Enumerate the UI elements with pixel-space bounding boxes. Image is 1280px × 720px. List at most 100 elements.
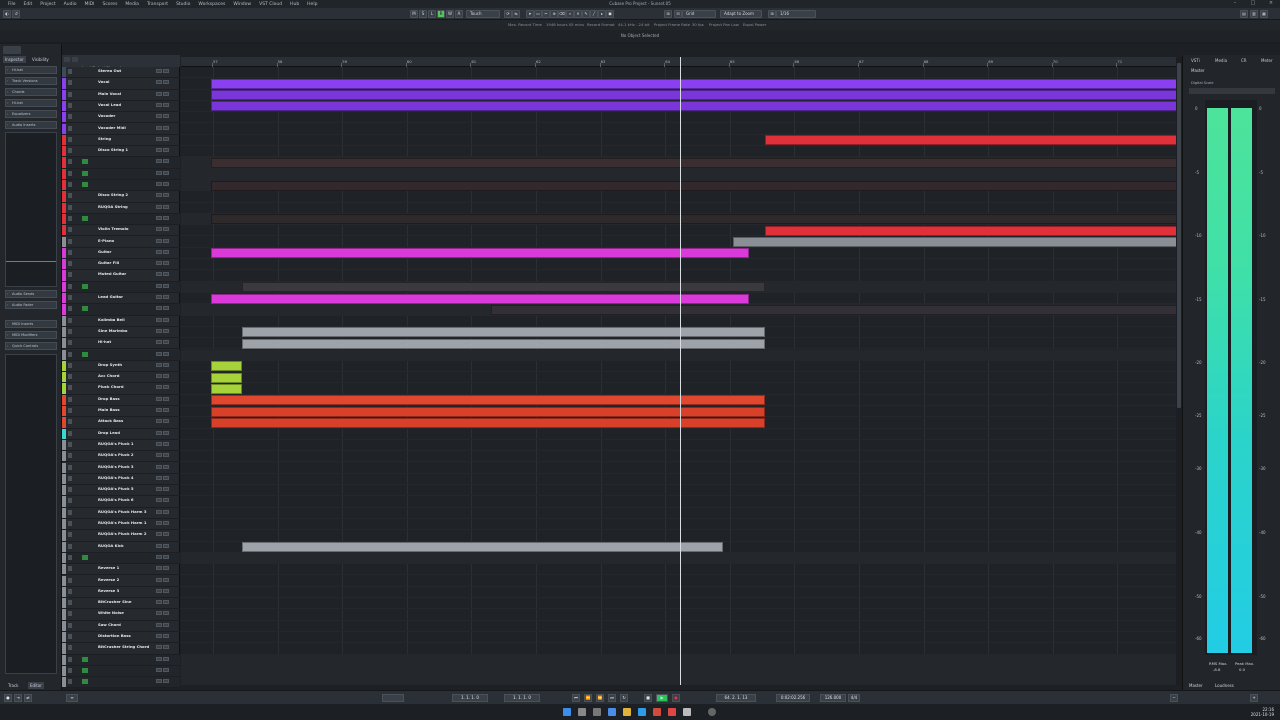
track-folder-icon[interactable]	[68, 600, 72, 606]
track-folder-icon[interactable]	[68, 645, 72, 651]
track-folder-icon[interactable]	[68, 509, 72, 515]
menu-vst-cloud[interactable]: VST Cloud	[259, 2, 282, 7]
track-row[interactable]: Attack Bass	[62, 417, 180, 429]
event-part[interactable]	[211, 395, 766, 406]
event-part[interactable]	[242, 282, 766, 293]
app-icon[interactable]	[668, 708, 676, 716]
store-icon[interactable]	[653, 708, 661, 716]
edge-browser-icon[interactable]	[638, 708, 646, 716]
left-locator[interactable]: 1. 1. 1. 0	[452, 694, 488, 702]
mute-solo-buttons[interactable]	[156, 667, 170, 672]
solo-button[interactable]	[163, 408, 169, 412]
solo-button[interactable]	[163, 667, 169, 672]
track-list-menu-icon[interactable]	[72, 57, 78, 62]
mute-solo-buttons[interactable]	[156, 317, 170, 322]
mute-button[interactable]	[156, 148, 162, 153]
event-part[interactable]	[211, 417, 766, 428]
menu-edit[interactable]: Edit	[24, 2, 33, 7]
track-row[interactable]: Muted Guitar	[62, 270, 180, 282]
mute-button[interactable]	[156, 136, 162, 141]
track-folder-icon[interactable]	[68, 419, 72, 425]
read-automation-button[interactable]: R	[437, 10, 445, 18]
mute-solo-buttons[interactable]	[156, 204, 170, 209]
track-folder-icon[interactable]	[68, 272, 72, 278]
split-tool-icon[interactable]: ✂	[542, 10, 550, 18]
go-to-end-icon[interactable]: ⏭	[608, 694, 616, 702]
track-lane[interactable]	[181, 552, 1176, 565]
solo-button[interactable]	[163, 498, 169, 503]
automation-lane[interactable]	[62, 157, 180, 169]
track-folder-icon[interactable]	[68, 328, 72, 334]
track-folder-icon[interactable]	[68, 396, 72, 402]
track-lane[interactable]	[181, 429, 1176, 440]
solo-button[interactable]	[163, 261, 169, 266]
solo-button[interactable]	[163, 656, 169, 661]
track-folder-icon[interactable]	[68, 69, 72, 74]
widgets-icon[interactable]	[608, 708, 616, 716]
menu-studio[interactable]: Studio	[176, 2, 190, 7]
mute-solo-buttons[interactable]	[156, 182, 170, 186]
zoom-in-icon[interactable]: +	[1250, 694, 1258, 702]
menu-transport[interactable]: Transport	[147, 2, 168, 7]
solo-button[interactable]	[163, 114, 169, 119]
mute-button[interactable]	[156, 532, 162, 537]
track-folder-icon[interactable]	[68, 667, 72, 673]
menu-file[interactable]: File	[8, 2, 16, 7]
track-lane[interactable]	[181, 372, 1176, 384]
glue-tool-icon[interactable]: ⊕	[550, 10, 558, 18]
track-lane[interactable]	[181, 485, 1176, 497]
track-lane[interactable]	[181, 587, 1176, 599]
solo-button[interactable]	[163, 396, 169, 401]
automation-read-icon[interactable]	[82, 159, 88, 165]
track-row[interactable]: Vocoder Midi	[62, 123, 180, 135]
automation-read-icon[interactable]	[82, 554, 88, 560]
track-lane[interactable]	[181, 508, 1176, 519]
track-folder-icon[interactable]	[68, 351, 72, 357]
tab-media[interactable]: Media	[1215, 58, 1227, 63]
project-cursor[interactable]	[680, 57, 681, 685]
automation-read-icon[interactable]	[82, 656, 88, 662]
mute-solo-buttons[interactable]	[156, 114, 170, 119]
track-folder-icon[interactable]	[68, 441, 72, 447]
mute-button[interactable]	[156, 543, 162, 548]
automation-lane[interactable]	[62, 654, 180, 666]
track-lane[interactable]	[181, 643, 1176, 655]
track-lane[interactable]	[181, 67, 1176, 79]
go-to-start-icon[interactable]: ⏮	[572, 694, 580, 702]
track-row[interactable]: BitCrusher Sine	[62, 598, 180, 610]
mute-button[interactable]	[156, 215, 162, 220]
track-lane[interactable]	[181, 665, 1176, 678]
menu-scores[interactable]: Scores	[102, 2, 117, 7]
solo-button[interactable]	[163, 577, 169, 582]
track-row[interactable]: BitCrusher String Chord	[62, 643, 180, 655]
mute-solo-buttons[interactable]	[156, 340, 170, 345]
mute-solo-buttons[interactable]	[156, 475, 170, 480]
solo-button[interactable]	[163, 351, 169, 356]
track-folder-icon[interactable]	[68, 283, 72, 289]
event-part[interactable]	[211, 372, 243, 383]
solo-button[interactable]	[163, 566, 169, 571]
tab-loudness[interactable]: Loudness	[1215, 683, 1234, 688]
inspector-equalizers[interactable]: Equalizers	[5, 110, 57, 118]
track-lane[interactable]	[181, 440, 1176, 452]
track-folder-icon[interactable]	[68, 532, 72, 538]
track-lane[interactable]	[181, 112, 1176, 124]
track-row[interactable]: E-Piano	[62, 236, 180, 248]
mute-solo-buttons[interactable]	[156, 193, 170, 198]
solo-button[interactable]	[163, 295, 169, 299]
track-lane[interactable]	[181, 316, 1176, 327]
solo-button[interactable]	[163, 328, 169, 333]
track-folder-icon[interactable]	[68, 656, 72, 662]
file-explorer-icon[interactable]	[623, 708, 631, 716]
mute-solo-buttons[interactable]	[156, 272, 170, 277]
mute-solo-buttons[interactable]	[156, 645, 170, 650]
track-folder-icon[interactable]	[68, 453, 72, 459]
track-row[interactable]: RUQOA's Pluck Harm 3	[62, 507, 180, 519]
track-folder-icon[interactable]	[68, 249, 72, 255]
inspector-track-versions[interactable]: Track Versions	[5, 77, 57, 85]
solo-button[interactable]: S	[419, 10, 427, 18]
track-lane[interactable]	[181, 530, 1176, 542]
solo-button[interactable]	[163, 588, 169, 593]
automation-lane[interactable]	[62, 349, 180, 361]
track-row[interactable]: RUQOA's Pluck 5	[62, 485, 180, 497]
